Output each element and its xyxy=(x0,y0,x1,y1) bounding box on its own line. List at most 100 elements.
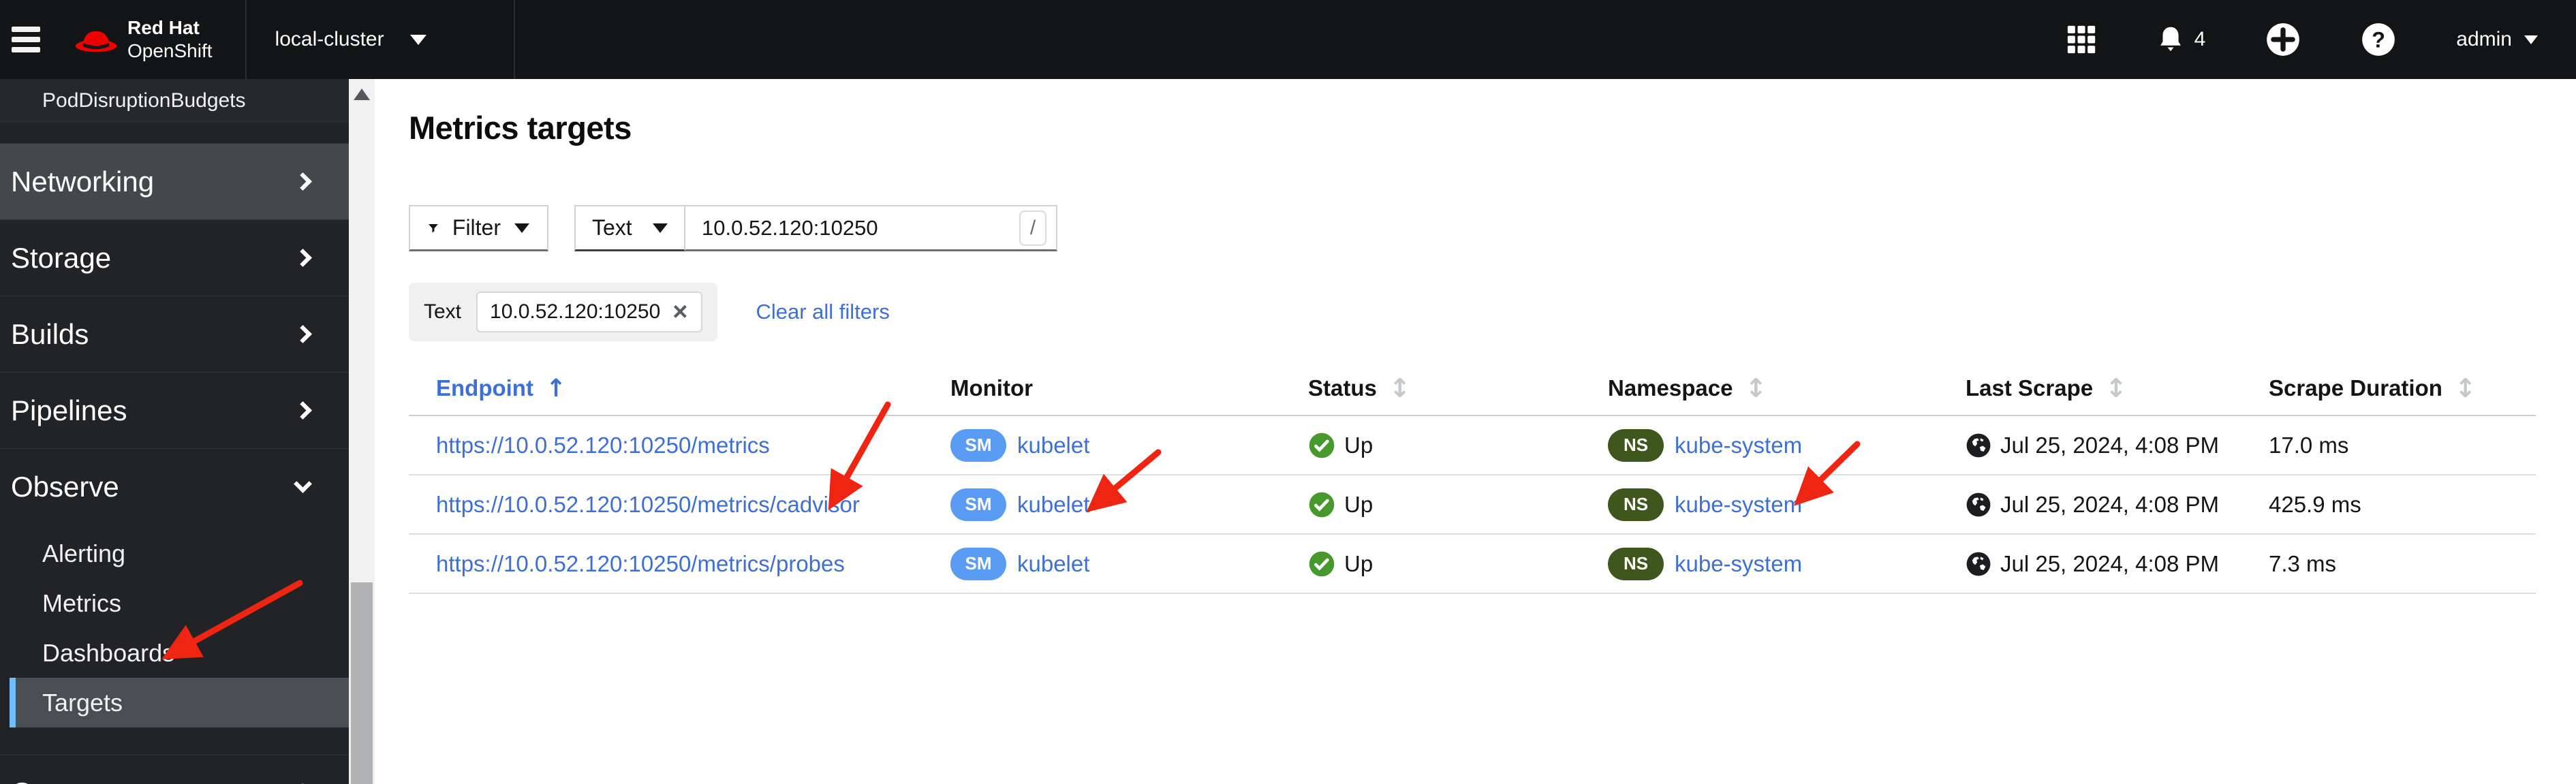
cluster-selector-dropdown[interactable]: local-cluster xyxy=(247,28,481,51)
help-button[interactable]: ? xyxy=(2361,22,2396,57)
table-row: https://10.0.52.120:10250/metrics/probes… xyxy=(409,535,2536,594)
sort-icon: ↕ xyxy=(2105,373,2127,403)
column-header-endpoint[interactable]: Endpoint ↑ xyxy=(409,375,950,403)
filter-dropdown[interactable]: Filter xyxy=(409,205,548,251)
namespace-link[interactable]: kube-system xyxy=(1675,433,1802,458)
search-input[interactable] xyxy=(685,215,1056,240)
filter-category-label: Text xyxy=(424,300,462,323)
sidebar-nav: PodDisruptionBudgets Networking Storage … xyxy=(0,79,349,784)
status-up-icon xyxy=(1308,491,1335,518)
scroll-up-icon[interactable] xyxy=(354,89,370,100)
masthead-actions: 4 ? admin xyxy=(2066,22,2538,57)
last-scrape-time: Jul 25, 2024, 4:08 PM xyxy=(2000,550,2220,576)
sidebar-item-networking[interactable]: Networking xyxy=(0,143,349,219)
scrape-duration: 425.9 ms xyxy=(2269,491,2361,517)
caret-down-icon xyxy=(653,223,668,233)
sidebar-item-label: Compute xyxy=(11,777,127,784)
scrape-duration: 17.0 ms xyxy=(2269,432,2349,458)
sort-icon: ↕ xyxy=(1745,373,1767,403)
status-up-icon xyxy=(1308,432,1335,459)
status-text: Up xyxy=(1344,550,1374,576)
service-monitor-badge: SM xyxy=(950,488,1006,521)
sidebar-item-pipelines[interactable]: Pipelines xyxy=(0,372,349,448)
filter-toolbar: Filter Text / xyxy=(409,205,2576,251)
status-up-icon xyxy=(1308,550,1335,578)
filter-type-dropdown[interactable]: Text xyxy=(574,205,685,251)
sidebar-item-label: Metrics xyxy=(42,589,121,617)
scrape-duration: 7.3 ms xyxy=(2269,550,2337,576)
redhat-openshift-logo: Red Hat OpenShift xyxy=(74,16,213,62)
endpoint-link[interactable]: https://10.0.52.120:10250/metrics/cadvis… xyxy=(436,492,860,518)
filter-chip: 10.0.52.120:10250 × xyxy=(476,292,703,332)
monitor-link[interactable]: kubelet xyxy=(1017,551,1089,577)
chevron-down-icon xyxy=(2524,35,2538,44)
column-header-namespace[interactable]: Namespace ↕ xyxy=(1608,373,1966,403)
sidebar-item-dashboards[interactable]: Dashboards xyxy=(0,628,349,678)
nav-toggle-button[interactable] xyxy=(12,27,40,52)
column-header-last-scrape[interactable]: Last Scrape ↕ xyxy=(1966,373,2269,403)
keyboard-shortcut-hint: / xyxy=(1019,210,1046,246)
filter-funnel-icon xyxy=(428,223,438,232)
column-header-status[interactable]: Status ↕ xyxy=(1308,373,1608,403)
sidebar-item-compute[interactable]: Compute xyxy=(0,755,349,784)
filter-type-label: Text xyxy=(592,215,632,240)
sidebar-item-alerting[interactable]: Alerting xyxy=(0,529,349,578)
chevron-right-icon xyxy=(294,401,312,420)
chevron-right-icon xyxy=(294,172,312,191)
last-scrape-time: Jul 25, 2024, 4:08 PM xyxy=(2000,491,2220,517)
namespace-link[interactable]: kube-system xyxy=(1675,551,1802,577)
cluster-selector-label: local-cluster xyxy=(275,28,384,50)
endpoint-link[interactable]: https://10.0.52.120:10250/metrics xyxy=(436,433,770,458)
sidebar-item-builds[interactable]: Builds xyxy=(0,296,349,372)
sidebar-scrollbar[interactable] xyxy=(349,79,375,784)
namespace-link[interactable]: kube-system xyxy=(1675,492,1802,518)
active-filter-group: Text 10.0.52.120:10250 × xyxy=(409,283,718,341)
column-header-monitor[interactable]: Monitor xyxy=(950,375,1308,401)
service-monitor-badge: SM xyxy=(950,428,1006,462)
sidebar-item-label: Networking xyxy=(11,165,155,198)
chevron-right-icon xyxy=(294,325,312,343)
sidebar-item-label: Storage xyxy=(11,241,112,274)
sidebar-item-observe[interactable]: Observe xyxy=(0,448,349,524)
sidebar-item-targets[interactable]: Targets xyxy=(10,678,349,727)
namespace-badge: NS xyxy=(1608,428,1664,462)
sidebar-item-label: Alerting xyxy=(42,539,126,567)
monitor-link[interactable]: kubelet xyxy=(1017,492,1089,518)
notifications-button[interactable]: 4 xyxy=(2156,24,2205,55)
sidebar-item-label: Builds xyxy=(11,317,89,350)
remove-filter-button[interactable]: × xyxy=(671,299,689,325)
sidebar-item-poddisruptionbudgets[interactable]: PodDisruptionBudgets xyxy=(0,79,349,123)
sidebar-item-label: Pipelines xyxy=(11,394,127,426)
sidebar-item-metrics[interactable]: Metrics xyxy=(0,578,349,628)
sidebar-item-storage[interactable]: Storage xyxy=(0,219,349,296)
brand-line1: Red Hat xyxy=(127,17,200,39)
monitor-link[interactable]: kubelet xyxy=(1017,433,1089,458)
masthead: Red Hat OpenShift local-cluster 4 ? admi… xyxy=(0,0,2576,79)
add-button[interactable] xyxy=(2265,22,2301,57)
app-launcher-button[interactable] xyxy=(2066,25,2096,54)
redhat-fedora-icon xyxy=(75,31,117,52)
table-row: https://10.0.52.120:10250/metrics SM kub… xyxy=(409,416,2536,475)
clear-all-filters-link[interactable]: Clear all filters xyxy=(756,300,889,324)
scrollbar-thumb[interactable] xyxy=(351,582,373,784)
namespace-badge: NS xyxy=(1608,547,1664,580)
last-scrape-time: Jul 25, 2024, 4:08 PM xyxy=(2000,432,2220,458)
user-name: admin xyxy=(2456,28,2512,50)
page-title: Metrics targets xyxy=(409,110,632,146)
globe-icon xyxy=(1966,433,1991,458)
endpoint-link[interactable]: https://10.0.52.120:10250/metrics/probes xyxy=(436,551,845,577)
user-menu[interactable]: admin xyxy=(2456,28,2538,51)
globe-icon xyxy=(1966,551,1991,577)
plus-circle-icon xyxy=(2267,23,2300,56)
brand-line2: OpenShift xyxy=(127,40,213,61)
svg-text:?: ? xyxy=(2372,28,2385,52)
sidebar-item-label: Observe xyxy=(11,470,119,503)
column-header-scrape-duration[interactable]: Scrape Duration ↕ xyxy=(2269,373,2536,403)
filter-chip-value: 10.0.52.120:10250 xyxy=(490,300,661,323)
sort-ascending-icon: ↑ xyxy=(545,374,567,403)
apps-grid-icon xyxy=(2067,25,2095,54)
observe-submenu: Alerting Metrics Dashboards Targets xyxy=(0,529,349,727)
sidebar-item-label: Dashboards xyxy=(42,638,175,667)
sidebar-item-label: PodDisruptionBudgets xyxy=(42,89,246,112)
